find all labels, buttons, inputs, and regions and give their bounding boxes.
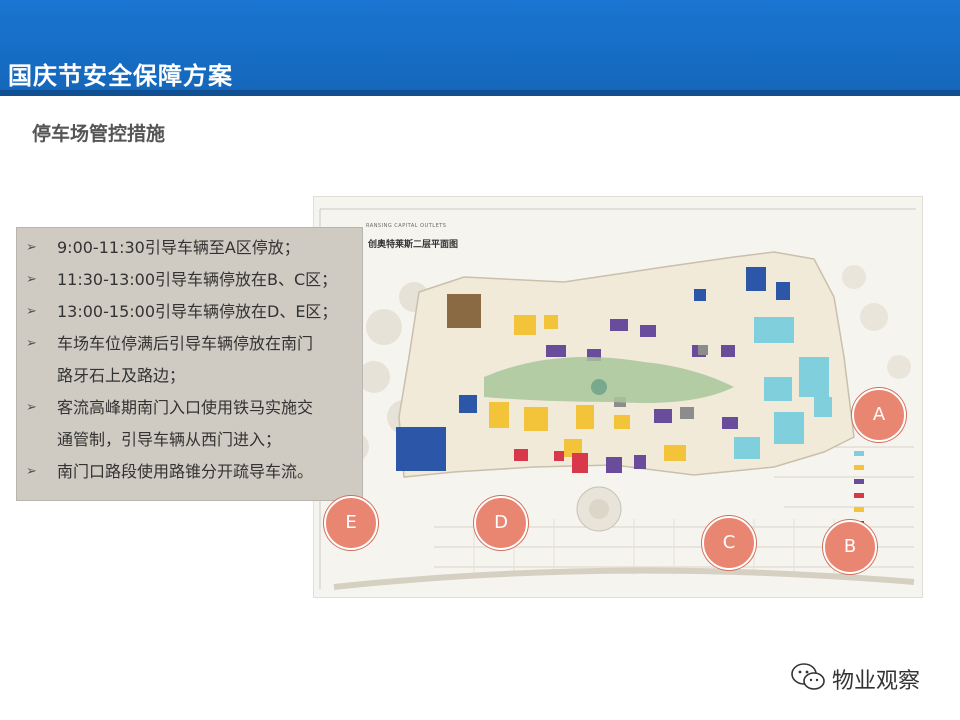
list-item: ➢ 车场车位停满后引导车辆停放在南门 <box>17 328 362 360</box>
list-item: ➢ 南门口路段使用路锥分开疏导车流。 <box>17 456 362 488</box>
list-item: ➢ 9:00-11:30引导车辆至A区停放； <box>17 232 362 264</box>
measures-list: ➢ 9:00-11:30引导车辆至A区停放； ➢ 11:30-13:00引导车辆停放… <box>17 228 362 488</box>
list-item: ➢ 13:00-15:00引导车辆停放在D、E区； <box>17 296 362 328</box>
wechat-icon <box>791 663 825 690</box>
arrow-bullet-icon: ➢ <box>26 400 37 415</box>
map-english-title: RANSING CAPITAL OUTLETS <box>366 223 447 229</box>
arrow-bullet-icon: ➢ <box>26 336 37 351</box>
brand-watermark: 物业观察 <box>790 660 940 696</box>
zone-marker-b: B <box>823 520 877 574</box>
zone-marker-c: C <box>702 516 756 570</box>
list-item: ➢ 客流高峰期南门入口使用铁马实施交 <box>17 392 362 424</box>
zone-marker-a: A <box>852 388 906 442</box>
arrow-bullet-icon: ➢ <box>26 240 37 255</box>
measures-box: ➢ 9:00-11:30引导车辆至A区停放； ➢ 11:30-13:00引导车辆停放… <box>16 227 363 501</box>
arrow-bullet-icon: ➢ <box>26 464 37 479</box>
list-item: ➢ 11:30-13:00引导车辆停放在B、C区； <box>17 264 362 296</box>
brand-name: 物业观察 <box>832 669 921 694</box>
list-item-continuation: 路牙石上及路边； <box>57 366 186 385</box>
map-title: 创奥特莱斯二层平面图 <box>368 240 459 250</box>
arrow-bullet-icon: ➢ <box>26 304 37 319</box>
section-subtitle: 停车场管控措施 <box>32 123 166 145</box>
zone-marker-e: E <box>324 496 378 550</box>
page-title: 国庆节安全保障方案 <box>8 62 233 90</box>
list-item-continuation: 通管制，引导车辆从西门进入； <box>57 430 282 449</box>
arrow-bullet-icon: ➢ <box>26 272 37 287</box>
header-bar: 国庆节安全保障方案 <box>0 0 960 96</box>
zone-marker-d: D <box>474 496 528 550</box>
